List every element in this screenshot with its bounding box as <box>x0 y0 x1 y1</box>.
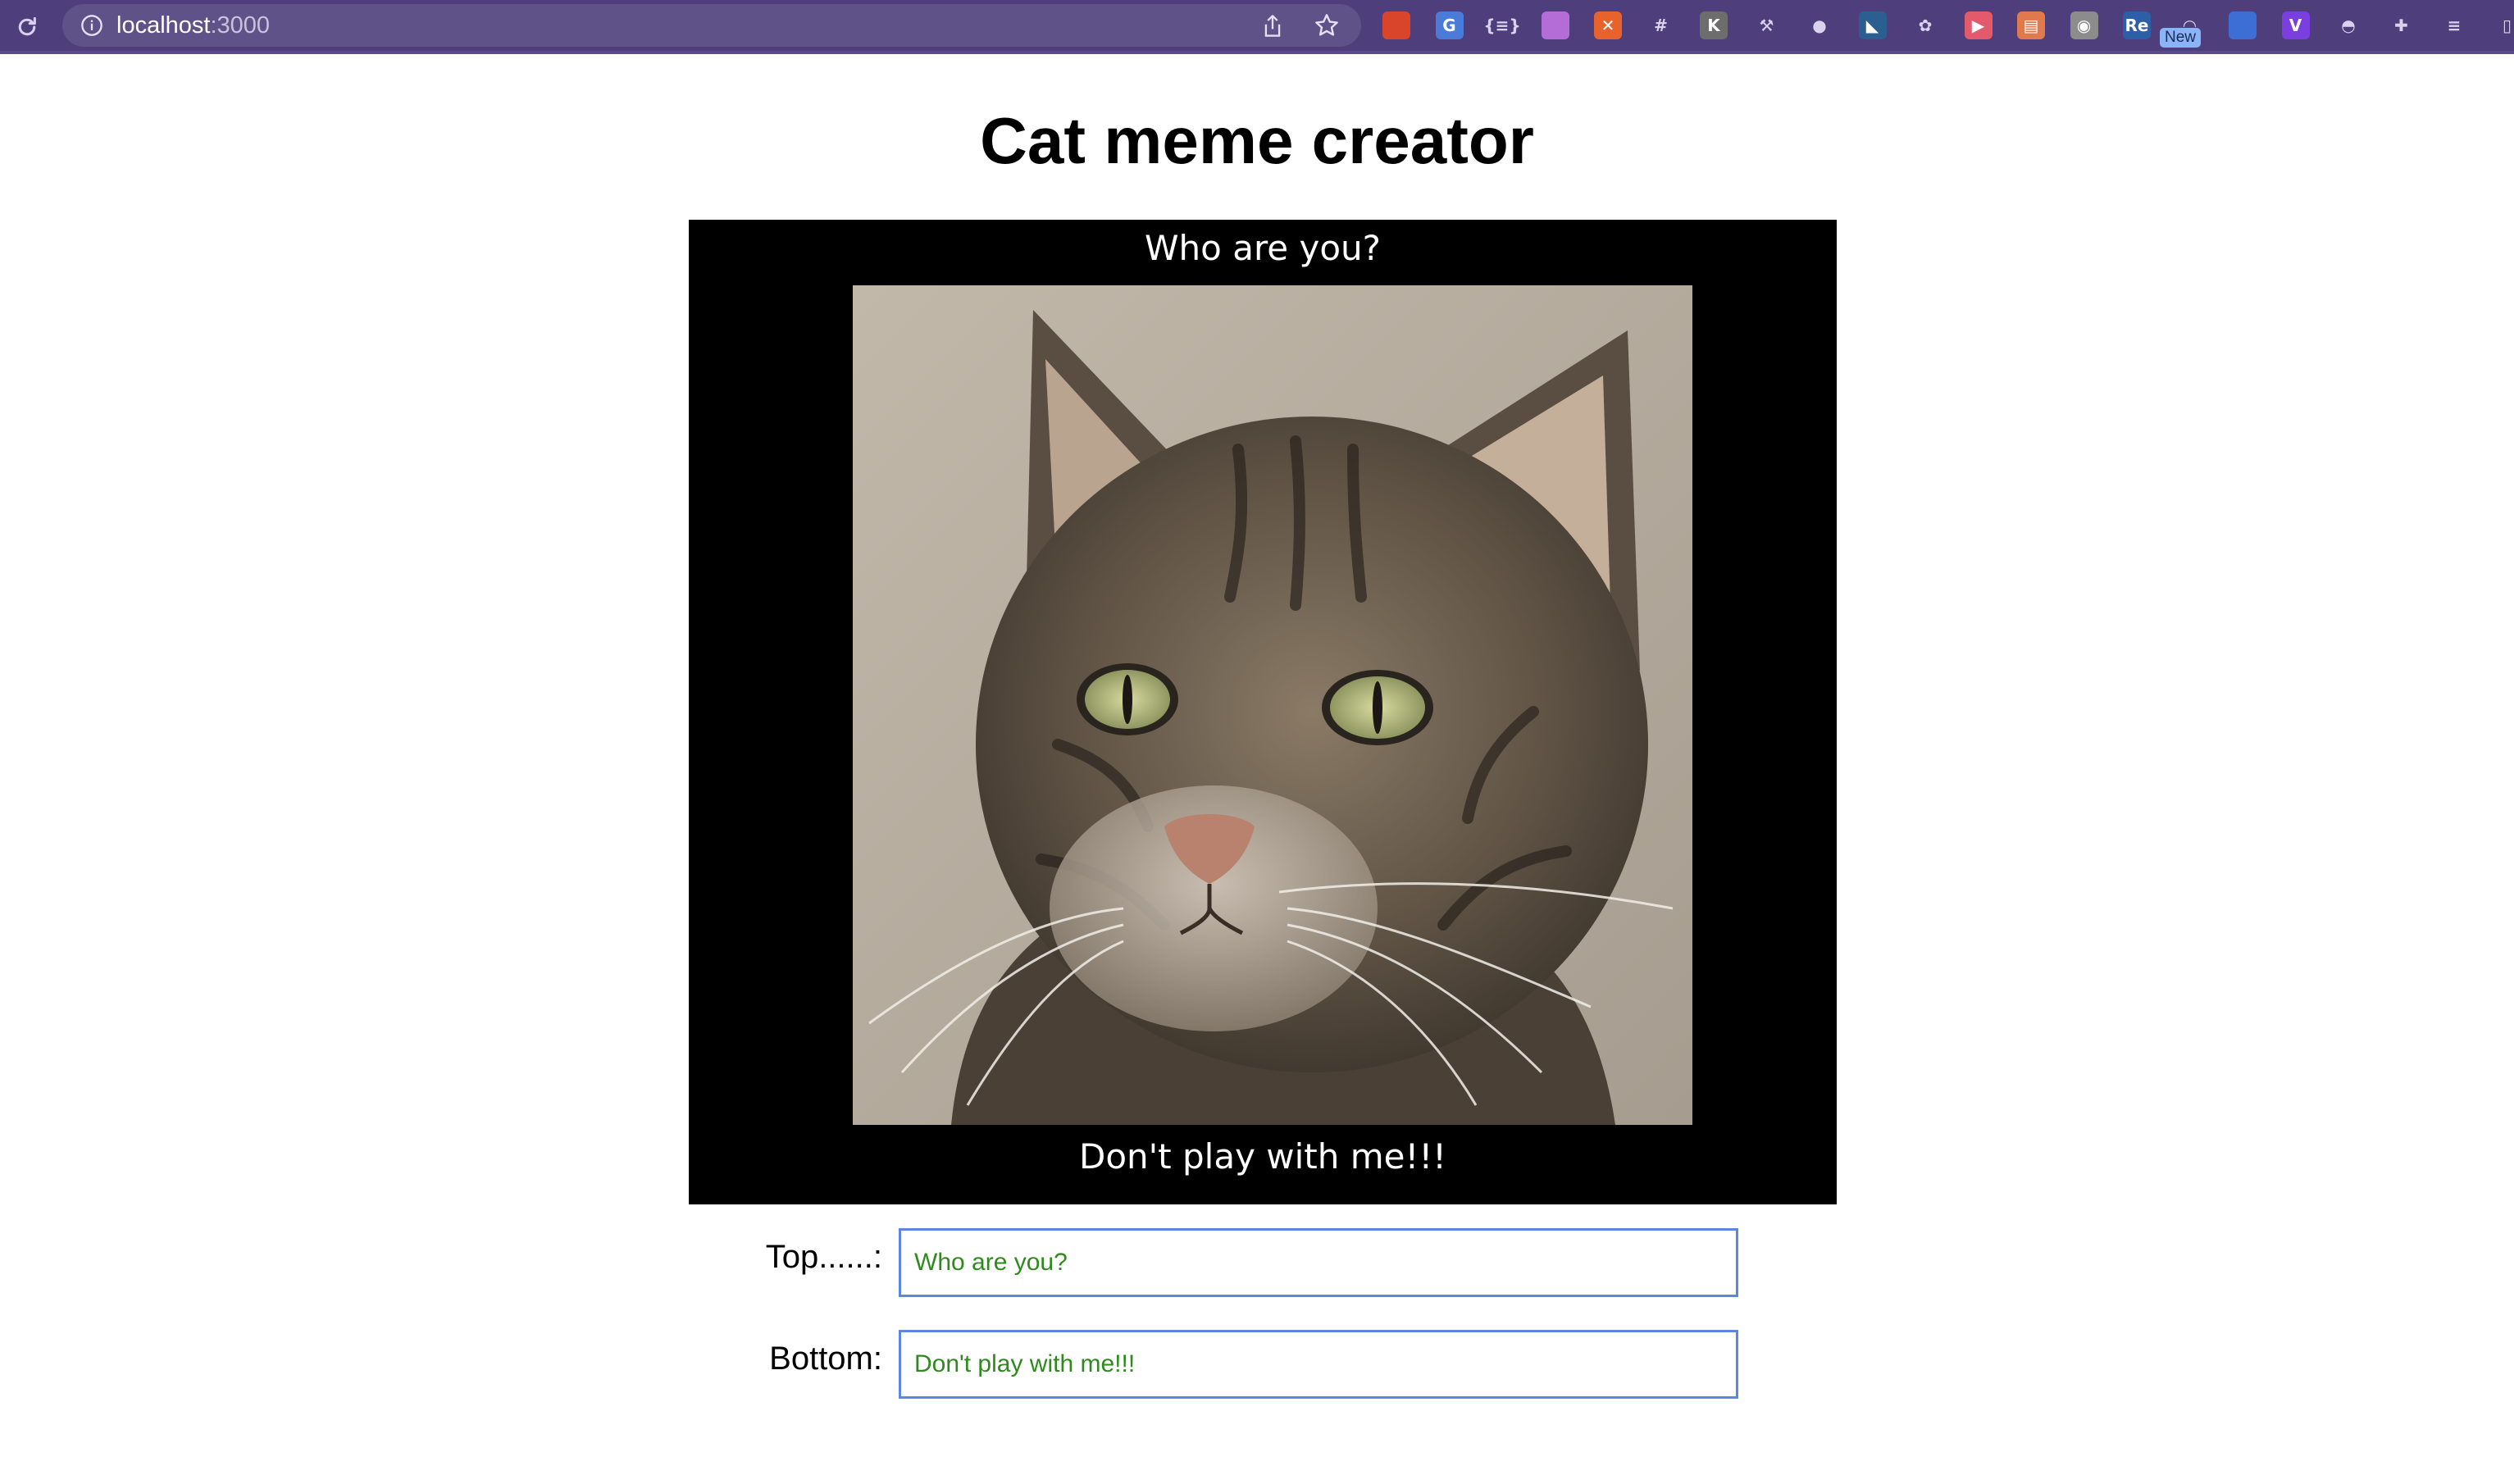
bookmark-star-icon[interactable] <box>1314 12 1340 39</box>
ext-grey-icon[interactable]: ◉ <box>2070 11 2098 39</box>
bottom-text-input[interactable] <box>899 1330 1738 1399</box>
url-text: localhost:3000 <box>116 13 270 38</box>
meme-top-text: Who are you? <box>1145 228 1381 268</box>
reload-icon[interactable] <box>11 11 43 43</box>
reading-list-icon[interactable]: ≡ <box>2440 11 2468 39</box>
top-text-label: Top......: <box>765 1239 882 1275</box>
ext-people-icon[interactable]: ● <box>1806 11 1833 39</box>
ext-v-icon[interactable]: V <box>2281 11 2310 39</box>
ext-pokeball-icon[interactable]: ◓ <box>2334 11 2362 39</box>
ext-tool-icon[interactable]: ⚒ <box>1753 11 1781 39</box>
side-panel-icon[interactable]: ▯ <box>2494 11 2514 39</box>
share-icon[interactable] <box>1261 14 1284 39</box>
cat-photo <box>853 285 1692 1125</box>
page-title: Cat meme creator <box>980 104 1534 177</box>
ext-arrow-icon[interactable]: ◣ <box>1858 11 1887 39</box>
meme-preview: Who are you? Don't play with me!!! <box>689 220 1837 1204</box>
ext-bug-icon[interactable]: ✿ <box>1911 11 1939 39</box>
ext-json-braces-icon[interactable]: {≡} <box>1483 11 1520 39</box>
bottom-text-label: Bottom: <box>769 1341 882 1377</box>
url-host: localhost <box>116 12 211 39</box>
top-text-input[interactable] <box>899 1228 1738 1297</box>
ext-red-book-icon[interactable] <box>1382 11 1410 39</box>
ext-chart-icon[interactable]: ▤ <box>2017 11 2045 39</box>
ext-translate-icon[interactable]: G <box>1435 11 1464 39</box>
ext-record-icon[interactable]: ▶ <box>1964 11 1993 39</box>
extensions-puzzle-icon[interactable]: ✚ <box>2388 11 2416 39</box>
ext-orange-circle-icon[interactable]: ✕ <box>1594 11 1622 39</box>
meme-bottom-text: Don't play with me!!! <box>1078 1136 1446 1177</box>
ext-k-icon[interactable]: K <box>1700 11 1728 39</box>
site-info-icon[interactable] <box>80 14 103 37</box>
ext-blue-rect-icon[interactable] <box>2229 11 2257 39</box>
new-badge: New <box>2160 28 2202 48</box>
bottom-text-row: Bottom: <box>0 1330 2514 1399</box>
browser-toolbar: localhost:3000 G {≡} ✕ # K ⚒ ● ◣ ✿ ▶ ▤ ◉ Re ◠ V ◓ ✚ ≡ ▯ Ne… <box>0 0 2514 54</box>
ext-re-icon[interactable]: Re <box>2123 11 2151 39</box>
top-text-row: Top......: <box>0 1228 2514 1297</box>
ext-hashtag-icon[interactable]: # <box>1647 11 1675 39</box>
url-port: :3000 <box>210 12 271 39</box>
address-bar[interactable]: localhost:3000 <box>62 4 1361 47</box>
ext-color-wheel-icon[interactable] <box>1541 11 1569 39</box>
